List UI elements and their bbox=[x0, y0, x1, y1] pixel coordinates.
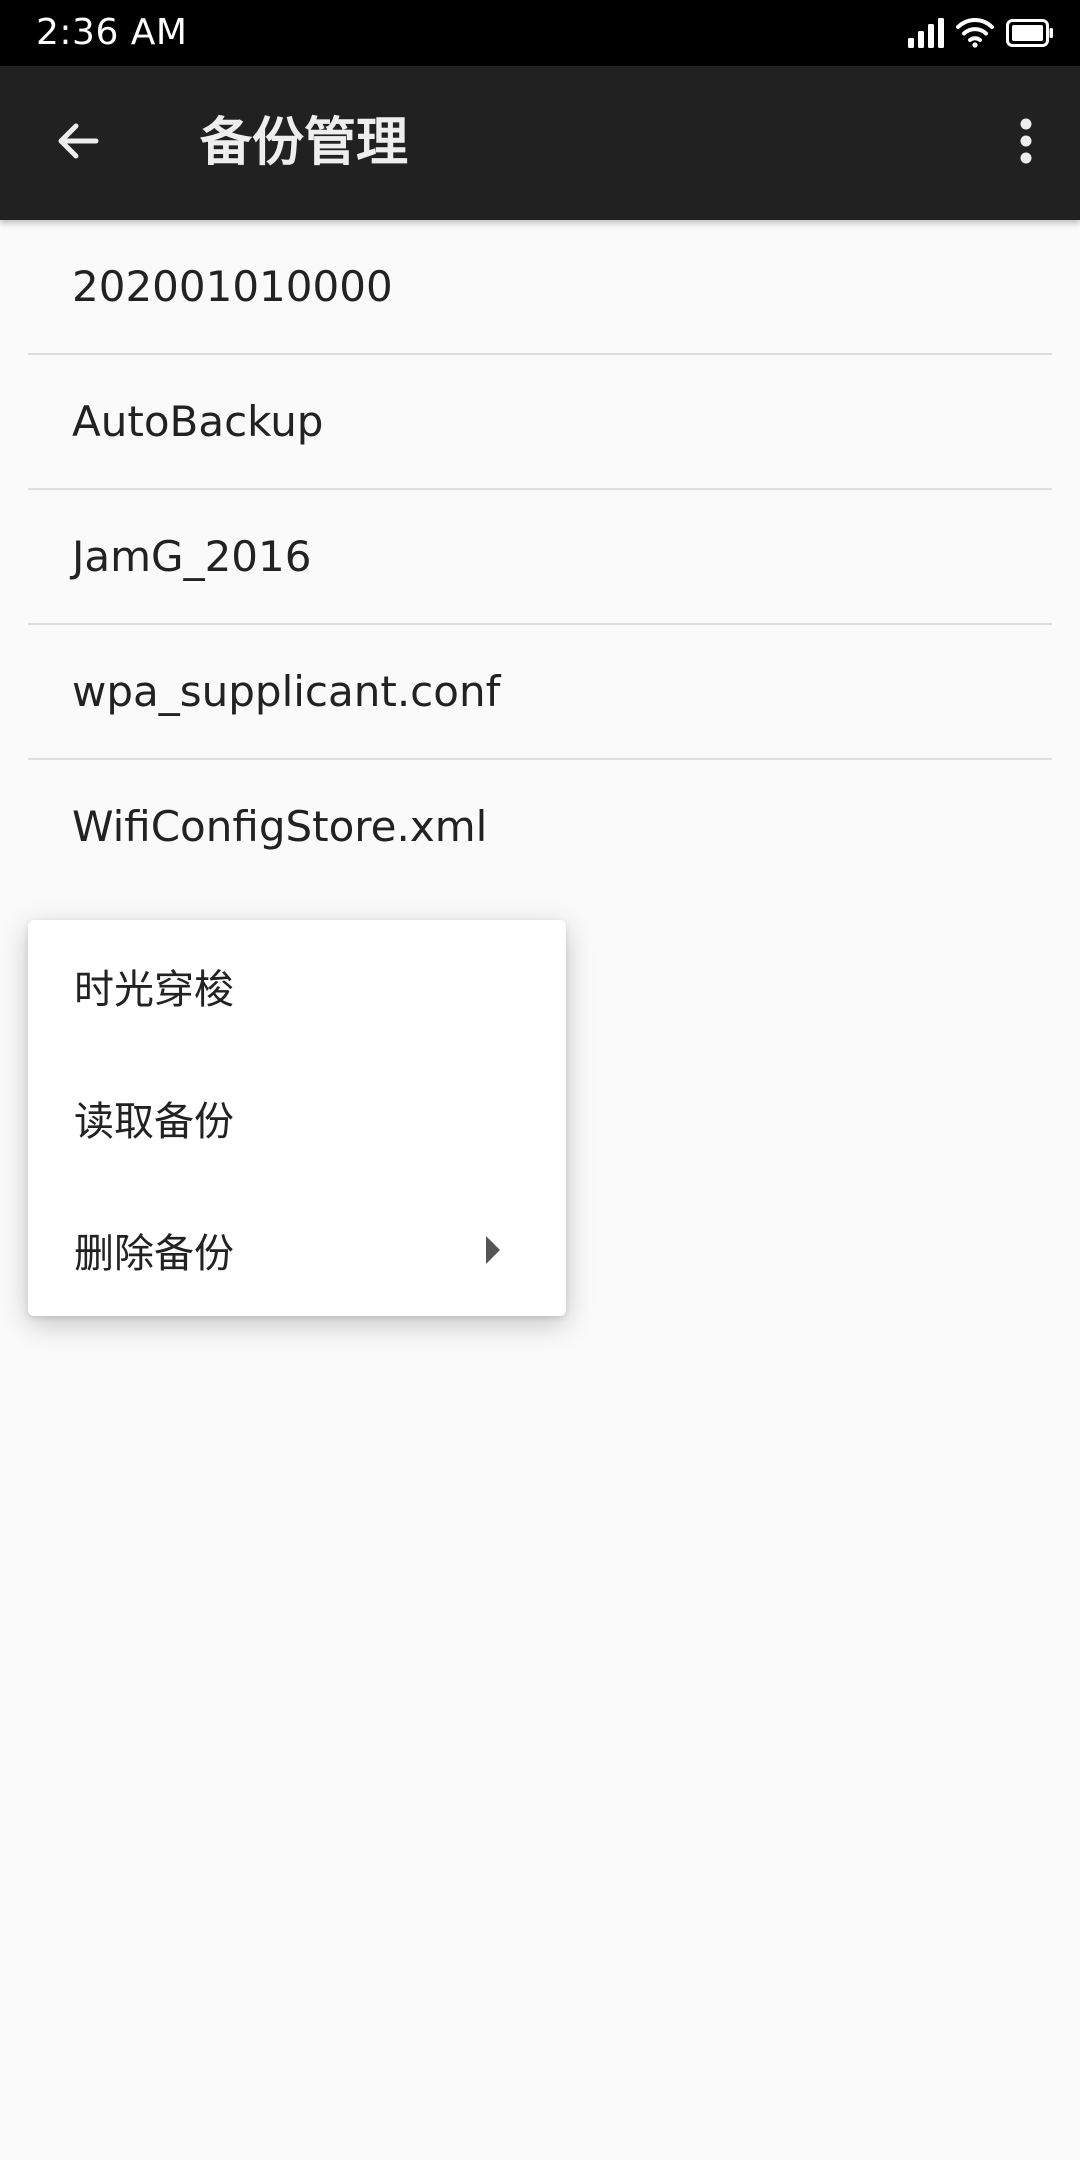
signal-icon bbox=[908, 18, 944, 48]
wifi-icon bbox=[956, 18, 994, 48]
back-button[interactable] bbox=[42, 107, 114, 179]
menu-item-time-travel[interactable]: 时光穿梭 bbox=[28, 920, 566, 1052]
list-item-label: WifiConfigStore.xml bbox=[72, 802, 488, 851]
backup-list: 202001010000 AutoBackup JamG_2016 wpa_su… bbox=[0, 220, 1080, 895]
menu-item-label: 时光穿梭 bbox=[74, 967, 234, 1013]
status-bar: 2:36 AM bbox=[0, 0, 1080, 66]
menu-item-label: 读取备份 bbox=[74, 1099, 234, 1145]
list-item-label: AutoBackup bbox=[72, 397, 324, 446]
list-item-label: wpa_supplicant.conf bbox=[72, 667, 501, 716]
status-time: 2:36 AM bbox=[36, 12, 188, 53]
list-item[interactable]: AutoBackup bbox=[28, 355, 1052, 490]
page-title: 备份管理 bbox=[200, 113, 409, 173]
context-menu: 时光穿梭 读取备份 删除备份 bbox=[28, 920, 566, 1316]
list-item-label: 202001010000 bbox=[72, 262, 393, 311]
list-item[interactable]: wpa_supplicant.conf bbox=[28, 625, 1052, 760]
list-item-label: JamG_2016 bbox=[72, 532, 312, 581]
menu-item-load-backup[interactable]: 读取备份 bbox=[28, 1052, 566, 1184]
app-bar: 备份管理 bbox=[0, 66, 1080, 220]
list-item[interactable]: WifiConfigStore.xml bbox=[28, 760, 1052, 895]
more-vert-icon bbox=[1019, 117, 1033, 169]
menu-item-delete-backup[interactable]: 删除备份 bbox=[28, 1184, 566, 1316]
menu-item-label: 删除备份 bbox=[74, 1231, 234, 1277]
list-item[interactable]: JamG_2016 bbox=[28, 490, 1052, 625]
list-item[interactable]: 202001010000 bbox=[28, 220, 1052, 355]
battery-icon bbox=[1006, 19, 1054, 47]
status-icons bbox=[908, 12, 1054, 54]
submenu-arrow-icon bbox=[486, 1236, 500, 1264]
more-options-button[interactable] bbox=[990, 107, 1062, 179]
arrow-back-icon bbox=[54, 117, 102, 169]
